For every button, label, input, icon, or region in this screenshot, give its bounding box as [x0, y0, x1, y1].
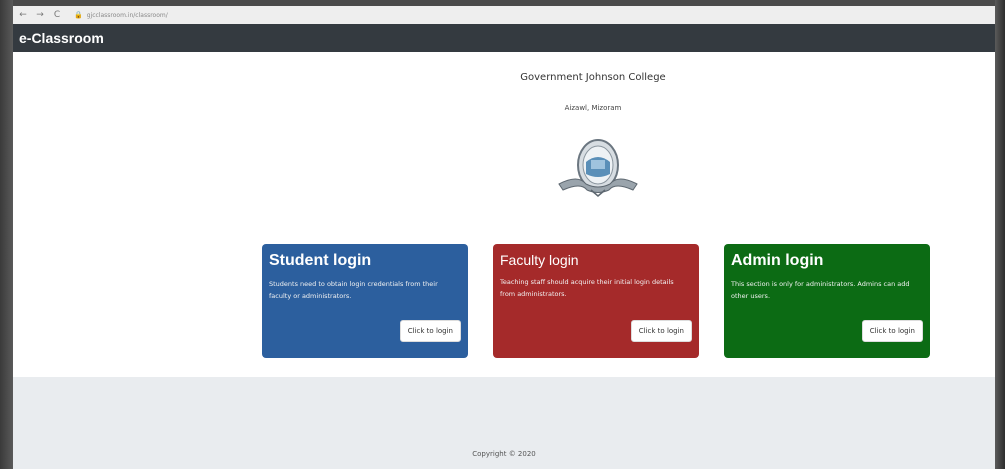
- brand-link[interactable]: e-Classroom: [19, 30, 104, 46]
- address-bar[interactable]: 🔒 gjcclassroom.in/classroom/: [74, 9, 168, 21]
- college-name: Government Johnson College: [520, 72, 666, 83]
- url-text: gjcclassroom.in/classroom/: [86, 11, 168, 19]
- faculty-login-card: Faculty login Teaching staff should acqu…: [493, 244, 699, 358]
- forward-icon[interactable]: →: [33, 8, 47, 22]
- monitor-bezel-right: [995, 0, 1005, 469]
- main-content: Government Johnson College Aizawl, Mizor…: [13, 52, 995, 377]
- copyright-text: Copyright © 2020: [472, 450, 536, 458]
- college-location: Aizawl, Mizoram: [564, 104, 622, 112]
- college-emblem-icon: [558, 139, 638, 197]
- student-login-button[interactable]: Click to login: [399, 320, 461, 342]
- card-text: Teaching staff should acquire their init…: [500, 278, 674, 298]
- back-icon[interactable]: ←: [16, 8, 30, 22]
- card-title: Admin login: [731, 252, 824, 269]
- faculty-login-button[interactable]: Click to login: [630, 320, 692, 342]
- card-text: This section is only for administrators.…: [731, 280, 910, 300]
- page-footer: Copyright © 2020: [13, 377, 995, 469]
- browser-toolbar: ← → C 🔒 gjcclassroom.in/classroom/: [13, 6, 995, 25]
- monitor-bezel-left: [0, 0, 13, 469]
- browser-window: ← → C 🔒 gjcclassroom.in/classroom/ e-Cla…: [13, 6, 995, 469]
- admin-login-button[interactable]: Click to login: [861, 320, 923, 342]
- lock-icon: 🔒: [74, 11, 83, 19]
- card-text: Students need to obtain login credential…: [269, 280, 438, 300]
- student-login-card: Student login Students need to obtain lo…: [262, 244, 468, 358]
- card-title: Faculty login: [500, 252, 579, 268]
- admin-login-card: Admin login This section is only for adm…: [724, 244, 930, 358]
- top-navbar: e-Classroom: [13, 24, 995, 52]
- card-title: Student login: [269, 252, 372, 269]
- reload-icon[interactable]: C: [50, 8, 64, 22]
